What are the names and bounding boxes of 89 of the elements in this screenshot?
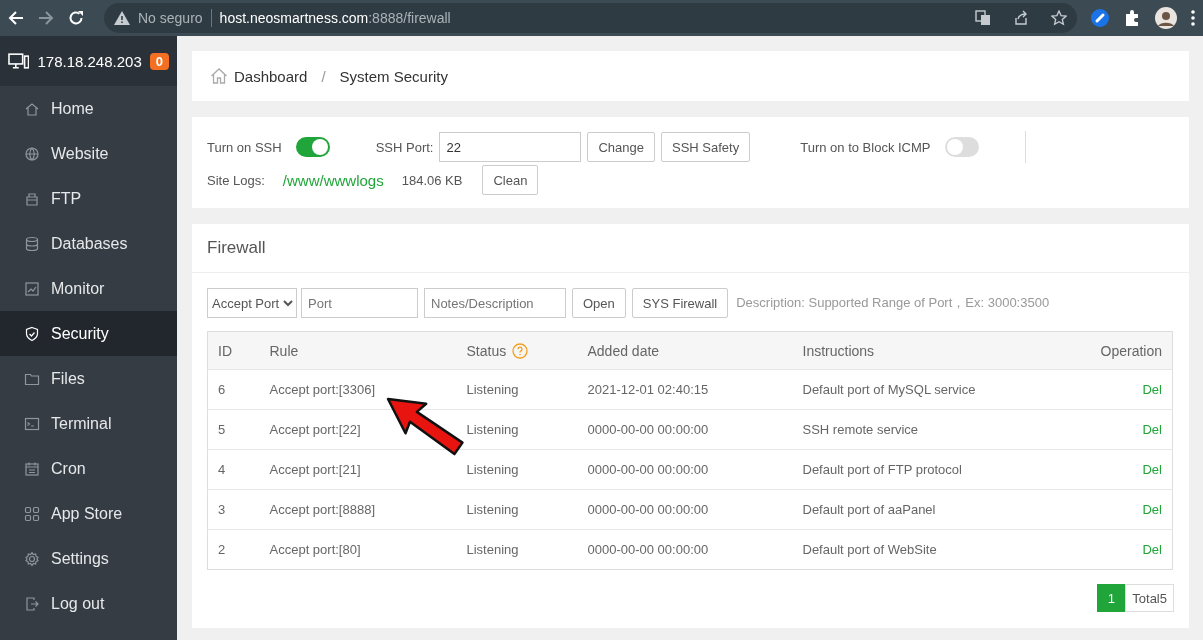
port-range-description: Description: Supported Range of Port，Ex: 3000:3500 [736, 294, 1050, 312]
sidebar-item[interactable]: Cron [0, 446, 177, 491]
sidebar-item[interactable]: Security [0, 311, 177, 356]
shield-icon [24, 325, 40, 342]
notes-input[interactable]: Notes/Description [424, 288, 566, 318]
table-cell: 0000-00-00 00:00:00 [587, 502, 709, 517]
logs-size: 184.06 KB [401, 172, 463, 188]
globe-icon [24, 145, 40, 162]
table-cell: Listening [466, 502, 519, 517]
sidebar-item[interactable]: Monitor [0, 266, 177, 311]
back-icon[interactable] [8, 10, 24, 26]
grid-icon [24, 505, 40, 522]
ssh-button[interactable]: Change [587, 132, 655, 162]
ssh-toggle-label: Turn on SSH [207, 139, 282, 155]
firewall-button[interactable]: SYS Firewall [631, 288, 729, 318]
table-cell: Accept port:[8888] [269, 502, 375, 517]
firewall-button[interactable]: Open [572, 288, 626, 318]
table-cell: Accept port:[22] [269, 422, 361, 437]
table-cell: SSH remote service [802, 422, 919, 437]
table-cell: 0000-00-00 00:00:00 [587, 462, 709, 477]
column-header: Rule [269, 342, 299, 359]
column-header: Operation [1100, 342, 1162, 359]
sidebar-item[interactable]: Databases [0, 221, 177, 266]
menu-icon[interactable] [1191, 10, 1195, 26]
star-icon[interactable] [1051, 10, 1067, 26]
breadcrumb-separator: / [321, 67, 326, 85]
sidebar-item[interactable]: Home [0, 86, 177, 131]
toggle-switch[interactable] [295, 137, 330, 157]
column-header: Status [466, 342, 507, 359]
sidebar-item[interactable]: Terminal [0, 401, 177, 446]
port-label: SSH Port: [375, 139, 434, 155]
sidebar-item[interactable]: FTP [0, 176, 177, 221]
table-cell: Listening [466, 382, 519, 397]
column-header: ID [218, 342, 232, 359]
calendar-icon [24, 460, 40, 477]
extensions-icon[interactable] [1123, 9, 1141, 27]
breadcrumb-item: System Security [339, 67, 448, 85]
table-cell: 0000-00-00 00:00:00 [587, 422, 709, 437]
translate-icon[interactable] [975, 10, 991, 26]
database-icon [24, 235, 40, 252]
reload-icon[interactable] [68, 10, 84, 26]
sidebar-item[interactable]: Log out [0, 581, 177, 626]
avatar-icon[interactable] [1155, 7, 1177, 29]
icmp-toggle-label: Turn on to Block ICMP [800, 139, 931, 155]
sidebar-item[interactable]: Website [0, 131, 177, 176]
toggle-switch[interactable] [944, 137, 979, 157]
gear-icon [24, 550, 40, 567]
home-icon [210, 67, 228, 85]
table-cell: 2021-12-01 02:40:15 [587, 382, 709, 397]
server-address: 178.18.248.203 [37, 52, 142, 70]
logs-label: Site Logs: [207, 172, 265, 188]
table-cell: 4 [218, 462, 226, 477]
table-cell: Default port of aaPanel [802, 502, 936, 517]
security-label: No seguro [138, 10, 203, 26]
ssh-button[interactable]: SSH Safety [661, 132, 751, 162]
table-cell: Listening [466, 542, 519, 557]
table-cell: Accept port:[3306] [269, 382, 375, 397]
clean-button[interactable]: Clean [482, 165, 539, 195]
sidebar-item[interactable]: App Store [0, 491, 177, 536]
sidebar-item[interactable]: Files [0, 356, 177, 401]
panel-title: Firewall [207, 238, 266, 258]
breadcrumb-item[interactable]: Dashboard [234, 67, 308, 85]
monitor-icon [24, 280, 40, 297]
terminal-icon [24, 415, 40, 432]
warning-icon[interactable] [114, 11, 130, 25]
table-cell: Listening [466, 422, 519, 437]
address-bar[interactable]: No seguro host.neosmartness.com:8888/firewall [104, 3, 1077, 33]
table-cell: Listening [466, 462, 519, 477]
table-cell: Accept port:[21] [269, 462, 361, 477]
table-cell: 2 [218, 542, 226, 557]
table-cell: Default port of FTP protocol [802, 462, 962, 477]
table-cell: Default port of WebSite [802, 542, 937, 557]
table-cell: Accept port:[80] [269, 542, 361, 557]
port-input[interactable]: Port [301, 288, 418, 318]
server-icon [8, 52, 30, 70]
logout-icon [24, 595, 40, 612]
port-field[interactable]: 22 [439, 132, 582, 162]
column-header: Instructions [802, 342, 875, 359]
table-cell: 6 [218, 382, 226, 397]
table-cell: Default port of MySQL service [802, 382, 976, 397]
rule-type-select[interactable]: Accept Port [207, 288, 297, 318]
column-header: Added date [587, 342, 660, 359]
table-cell: 0000-00-00 00:00:00 [587, 542, 709, 557]
url-text: host.neosmartness.com:8888/firewall [219, 10, 451, 26]
table-cell: 5 [218, 422, 226, 437]
total-count: Total5 [1125, 584, 1174, 612]
share-icon[interactable] [1013, 10, 1029, 26]
table-cell: 3 [218, 502, 226, 517]
sidebar-item[interactable]: Settings [0, 536, 177, 581]
